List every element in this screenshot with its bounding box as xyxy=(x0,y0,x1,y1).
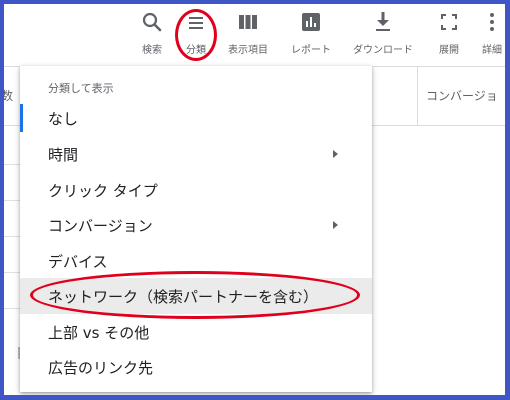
segment-dropdown-menu: 分類して表示 なし 時間 クリック タイプ コンバージョン デバイス ネットワー… xyxy=(20,66,372,392)
download-icon xyxy=(376,12,390,31)
app-canvas: 検索 分類 表示項目 レポート ダウンロード 展開 詳細 数 コンバージョ 分類… xyxy=(4,4,505,395)
menu-item-conversions[interactable]: コンバージョン xyxy=(20,207,372,243)
chevron-right-icon xyxy=(333,150,338,158)
expand-icon xyxy=(441,14,457,30)
columns-icon xyxy=(239,15,257,29)
columns-button[interactable]: 表示項目 xyxy=(216,10,280,56)
annotation-circle-segment xyxy=(175,9,217,61)
menu-item-label: 時間 xyxy=(48,146,79,164)
menu-item-click-type[interactable]: クリック タイプ xyxy=(20,172,372,208)
more-button[interactable]: 詳細 xyxy=(460,10,505,56)
reports-button[interactable]: レポート xyxy=(279,10,343,56)
menu-item-label: 上部 vs その他 xyxy=(48,324,150,342)
menu-item-label: デバイス xyxy=(48,253,108,271)
menu-item-ad-destination[interactable]: 広告のリンク先 xyxy=(20,349,372,385)
menu-header: 分類して表示 xyxy=(48,82,114,95)
column-header-left[interactable]: 数 xyxy=(4,87,13,104)
annotation-circle-network xyxy=(30,271,360,319)
menu-item-label: コンバージョン xyxy=(48,217,153,235)
columns-label: 表示項目 xyxy=(228,45,268,56)
download-button[interactable]: ダウンロード xyxy=(351,10,415,56)
download-label: ダウンロード xyxy=(353,45,413,56)
chevron-right-icon xyxy=(333,221,338,229)
menu-item-label: クリック タイプ xyxy=(48,182,158,200)
toolbar: 検索 分類 表示項目 レポート ダウンロード 展開 詳細 xyxy=(4,4,505,66)
menu-item-time[interactable]: 時間 xyxy=(20,136,372,172)
search-icon xyxy=(142,12,162,32)
column-header-conversions-label: コンバージョ xyxy=(426,89,498,103)
menu-item-label: 広告のリンク先 xyxy=(48,359,154,377)
more-icon xyxy=(490,13,494,31)
column-header-conversions[interactable]: コンバージョ xyxy=(417,67,505,125)
menu-item-top-vs-other[interactable]: 上部 vs その他 xyxy=(20,314,372,350)
menu-item-label: なし xyxy=(48,110,79,128)
reports-label: レポート xyxy=(291,45,331,56)
reports-icon xyxy=(302,13,320,31)
menu-item-none[interactable]: なし xyxy=(20,100,372,136)
more-label: 詳細 xyxy=(482,45,502,56)
